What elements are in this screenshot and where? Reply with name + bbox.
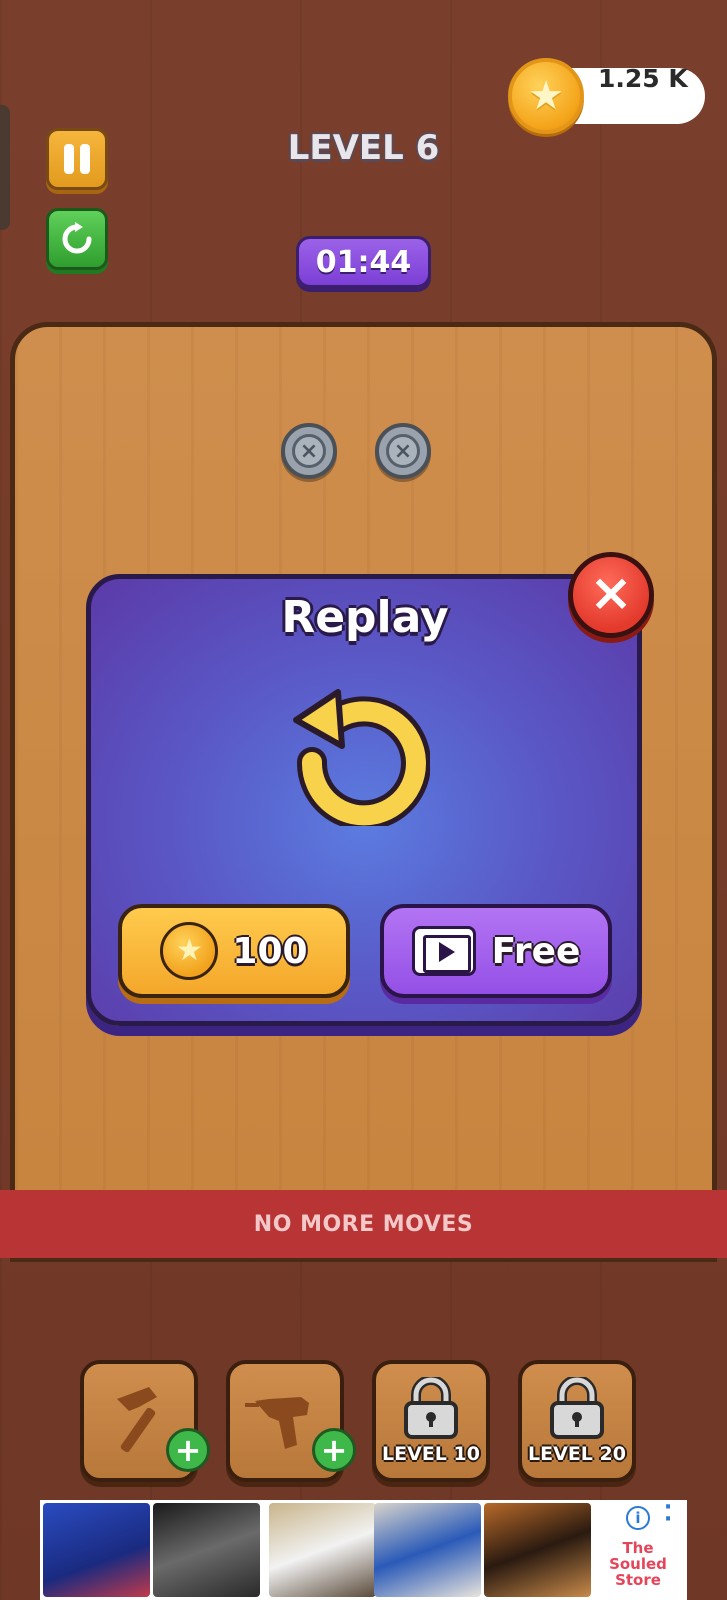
ad-product-image[interactable] — [484, 1503, 591, 1597]
add-drill-button[interactable]: + — [312, 1428, 356, 1472]
video-icon — [411, 926, 476, 976]
free-label: Free — [491, 930, 581, 972]
no-moves-banner: NO MORE MOVES — [0, 1190, 727, 1258]
close-button[interactable]: × — [568, 552, 654, 638]
replay-free-video-button[interactable]: Free — [380, 904, 612, 998]
pause-icon — [64, 144, 90, 174]
ad-brand-logo[interactable]: The Souled Store — [608, 1540, 668, 1588]
close-icon: × — [292, 434, 326, 468]
ad-product-image[interactable] — [43, 1503, 150, 1597]
screw-slot[interactable]: × — [281, 423, 337, 479]
more-options-icon[interactable]: · · — [663, 1497, 673, 1531]
close-icon: × — [386, 434, 420, 468]
replay-icon — [293, 689, 430, 826]
restart-icon — [62, 222, 92, 254]
level-title: LEVEL 6 — [287, 128, 440, 168]
coin-icon: ★ — [160, 922, 219, 980]
timer: 01:44 — [296, 236, 431, 288]
add-hammer-button[interactable]: + — [166, 1428, 210, 1472]
coin-count: 1.25 K — [598, 64, 688, 93]
ad-product-image[interactable] — [374, 1503, 481, 1597]
lock-icon — [404, 1377, 458, 1439]
replay-with-coins-button[interactable]: ★ 100 — [118, 904, 350, 998]
coin-cost-label: 100 — [232, 930, 308, 972]
restart-button[interactable] — [46, 208, 108, 270]
screw-slot[interactable]: × — [375, 423, 431, 479]
locked-tool-level-20[interactable]: LEVEL 20 — [518, 1360, 636, 1482]
close-icon: × — [589, 563, 633, 623]
lock-icon — [550, 1377, 604, 1439]
ad-product-image[interactable] — [153, 1503, 260, 1597]
pause-button[interactable] — [46, 128, 108, 190]
side-tab[interactable] — [0, 105, 10, 230]
ad-product-image[interactable] — [269, 1503, 376, 1597]
locked-tool-level-10[interactable]: LEVEL 10 — [372, 1360, 490, 1482]
info-icon[interactable]: i — [626, 1506, 650, 1530]
tool-lock-label: LEVEL 10 — [382, 1443, 480, 1465]
coin-icon: ★ — [508, 58, 584, 134]
tool-lock-label: LEVEL 20 — [528, 1443, 626, 1465]
dialog-title: Replay — [281, 592, 449, 643]
